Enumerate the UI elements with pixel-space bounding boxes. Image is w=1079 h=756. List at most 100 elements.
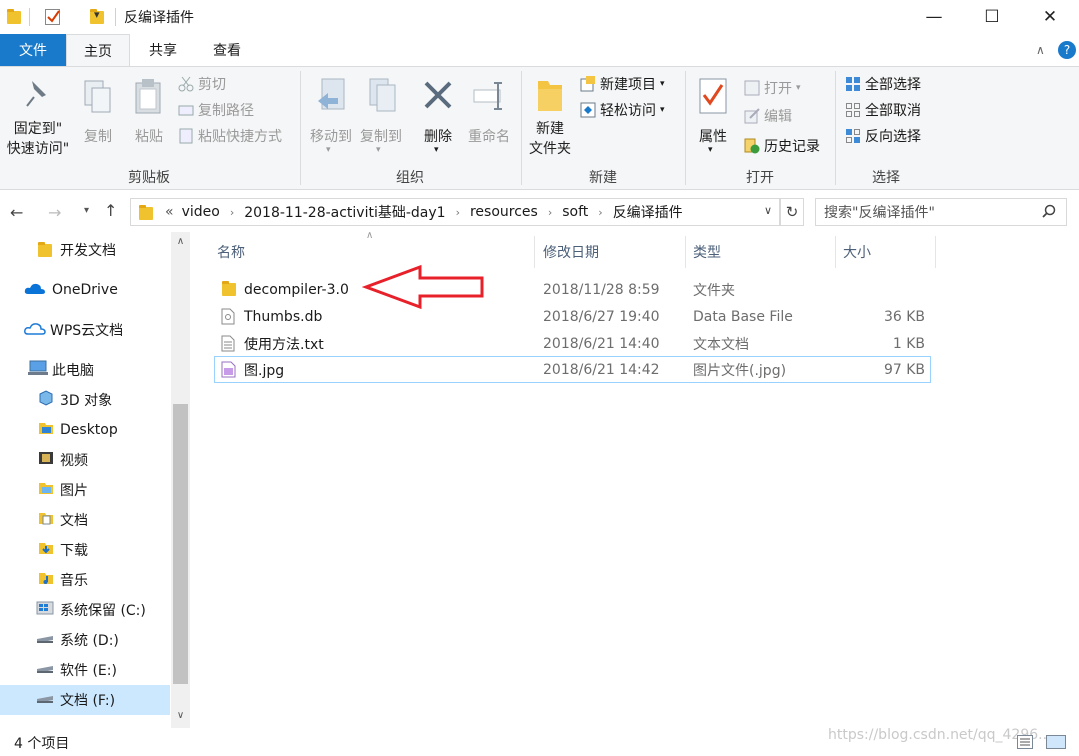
scroll-up-icon[interactable]: ∧ (171, 236, 190, 247)
collapse-ribbon-icon[interactable]: ∧ (1036, 43, 1045, 57)
select-none-icon (845, 102, 861, 118)
nav-item-onedrive[interactable]: OneDrive (0, 275, 170, 305)
pin-to-quick-access-button[interactable]: 固定到" 快速访问" (0, 75, 76, 163)
breadcrumb-resources[interactable]: resources (470, 204, 538, 220)
file-row[interactable]: 使用方法.txt 2018/6/21 14:40 文本文档 1 KB (214, 330, 931, 357)
edit-button[interactable]: 编辑 (744, 105, 792, 127)
paste-button[interactable]: 粘贴 (126, 75, 172, 163)
file-row[interactable]: 图.jpg 2018/6/21 14:42 图片文件(.jpg) 97 KB (214, 356, 931, 383)
breadcrumb-separator-icon[interactable]: › (456, 206, 460, 219)
address-history-chevron-icon[interactable]: ∨ (764, 204, 772, 217)
paste-icon (134, 77, 164, 121)
delete-button[interactable]: 删除 ▾ (416, 75, 460, 163)
column-divider[interactable] (935, 236, 936, 268)
column-header-type[interactable]: 类型 (693, 238, 721, 266)
search-box[interactable]: 搜索"反编译插件" (815, 198, 1067, 226)
nav-item-music[interactable]: 音乐 (0, 565, 170, 595)
tab-view[interactable]: 查看 (196, 34, 258, 66)
new-item-button[interactable]: 新建项目 ▾ (580, 73, 665, 95)
invert-selection-icon (845, 128, 861, 144)
nav-item-label: 系统 (D:) (60, 633, 119, 649)
close-button[interactable]: ✕ (1021, 0, 1079, 34)
address-bar[interactable]: « video › 2018-11-28-activiti基础-day1 › r… (130, 198, 780, 226)
large-icons-view-icon[interactable] (1046, 735, 1066, 749)
column-header-size[interactable]: 大小 (843, 238, 871, 266)
tab-share[interactable]: 共享 (132, 34, 194, 66)
column-divider[interactable] (835, 236, 836, 268)
nav-item-drive-d[interactable]: 系统 (D:) (0, 625, 170, 655)
nav-item-downloads[interactable]: 下载 (0, 535, 170, 565)
overflow-chevron-icon[interactable]: « (165, 204, 174, 220)
help-icon[interactable]: ? (1058, 41, 1076, 59)
tab-file[interactable]: 文件 (0, 34, 66, 66)
minimize-button[interactable]: — (905, 0, 963, 34)
cut-label: 剪切 (198, 77, 226, 93)
customize-quick-access-icon[interactable]: ▾ (94, 8, 100, 21)
breadcrumb-separator-icon[interactable]: › (598, 206, 602, 219)
nav-item-desktop[interactable]: Desktop (0, 415, 170, 445)
open-icon (744, 80, 760, 96)
file-row[interactable]: decompiler-3.0 2018/11/28 8:59 文件夹 (214, 276, 931, 303)
refresh-icon[interactable]: ↻ (780, 198, 804, 226)
breadcrumb-current[interactable]: 反编译插件 (613, 202, 683, 222)
cut-button[interactable]: 剪切 (178, 73, 226, 95)
column-divider[interactable] (685, 236, 686, 268)
file-row[interactable]: Thumbs.db 2018/6/27 19:40 Data Base File… (214, 303, 931, 330)
nav-item-this-pc[interactable]: 此电脑 (0, 355, 170, 385)
breadcrumb-soft[interactable]: soft (562, 204, 588, 220)
column-header-modified[interactable]: 修改日期 (543, 238, 599, 266)
copy-path-icon (178, 102, 194, 118)
breadcrumb-date-folder[interactable]: 2018-11-28-activiti基础-day1 (244, 202, 445, 222)
properties-button[interactable]: 属性 ▾ (690, 75, 736, 163)
select-none-button[interactable]: 全部取消 (845, 99, 921, 121)
window-title: 反编译插件 (124, 10, 194, 26)
forward-arrow-icon[interactable]: → (48, 203, 61, 222)
up-arrow-icon[interactable]: ↑ (104, 201, 117, 220)
rename-button[interactable]: 重命名 (462, 75, 516, 163)
nav-item-drive-e[interactable]: 软件 (E:) (0, 655, 170, 685)
folder-icon (38, 241, 52, 257)
invert-selection-button[interactable]: 反向选择 (845, 125, 921, 147)
new-folder-button[interactable]: 新建 文件夹 (524, 75, 576, 163)
column-divider[interactable] (534, 236, 535, 268)
edit-icon (744, 108, 760, 124)
details-view-icon[interactable] (1017, 735, 1033, 749)
properties-icon (698, 77, 728, 119)
tab-home[interactable]: 主页 (66, 34, 130, 66)
nav-item-wps-cloud[interactable]: WPS云文档 (0, 315, 170, 345)
breadcrumb-separator-icon[interactable]: › (230, 206, 234, 219)
scroll-down-icon[interactable]: ∨ (171, 710, 190, 721)
nav-item-drive-c[interactable]: 系统保留 (C:) (0, 595, 170, 625)
nav-item-drive-f[interactable]: 文档 (F:) (0, 685, 170, 715)
recent-locations-chevron-icon[interactable]: ▾ (84, 205, 89, 216)
nav-item-documents[interactable]: 文档 (0, 505, 170, 535)
copy-path-label: 复制路径 (198, 103, 254, 119)
column-header-name[interactable]: 名称 (217, 238, 245, 266)
open-button[interactable]: 打开 ▾ (744, 77, 801, 99)
easy-access-label: 轻松访问 (600, 103, 656, 119)
copy-path-button[interactable]: 复制路径 (178, 99, 254, 121)
nav-item-3d-objects[interactable]: 3D 对象 (0, 385, 170, 415)
new-folder-icon (536, 77, 564, 117)
history-button[interactable]: 历史记录 (744, 135, 820, 157)
breadcrumb-video[interactable]: video (182, 204, 220, 220)
breadcrumb-separator-icon[interactable]: › (548, 206, 552, 219)
nav-item-pictures[interactable]: 图片 (0, 475, 170, 505)
paste-shortcut-button[interactable]: 粘贴快捷方式 (178, 125, 282, 147)
maximize-button[interactable]: ☐ (963, 0, 1021, 34)
properties-quick-icon[interactable] (44, 8, 62, 26)
scrollbar-thumb[interactable] (173, 404, 188, 684)
select-all-button[interactable]: 全部选择 (845, 73, 921, 95)
nav-pane-scrollbar[interactable]: ∧ ∨ (171, 232, 190, 728)
history-icon (744, 138, 760, 154)
easy-access-button[interactable]: 轻松访问 ▾ (580, 99, 665, 121)
nav-item-videos[interactable]: 视频 (0, 445, 170, 475)
rename-label: 重命名 (468, 129, 510, 145)
copy-to-button[interactable]: 复制到 ▾ (356, 75, 406, 163)
search-icon[interactable] (1042, 204, 1056, 222)
copy-button[interactable]: 复制 (78, 75, 118, 163)
nav-item-label: Desktop (60, 422, 118, 438)
back-arrow-icon[interactable]: ← (10, 203, 23, 222)
move-to-button[interactable]: 移动到 ▾ (306, 75, 356, 163)
nav-item-dev-docs[interactable]: 开发文档 (0, 235, 170, 265)
